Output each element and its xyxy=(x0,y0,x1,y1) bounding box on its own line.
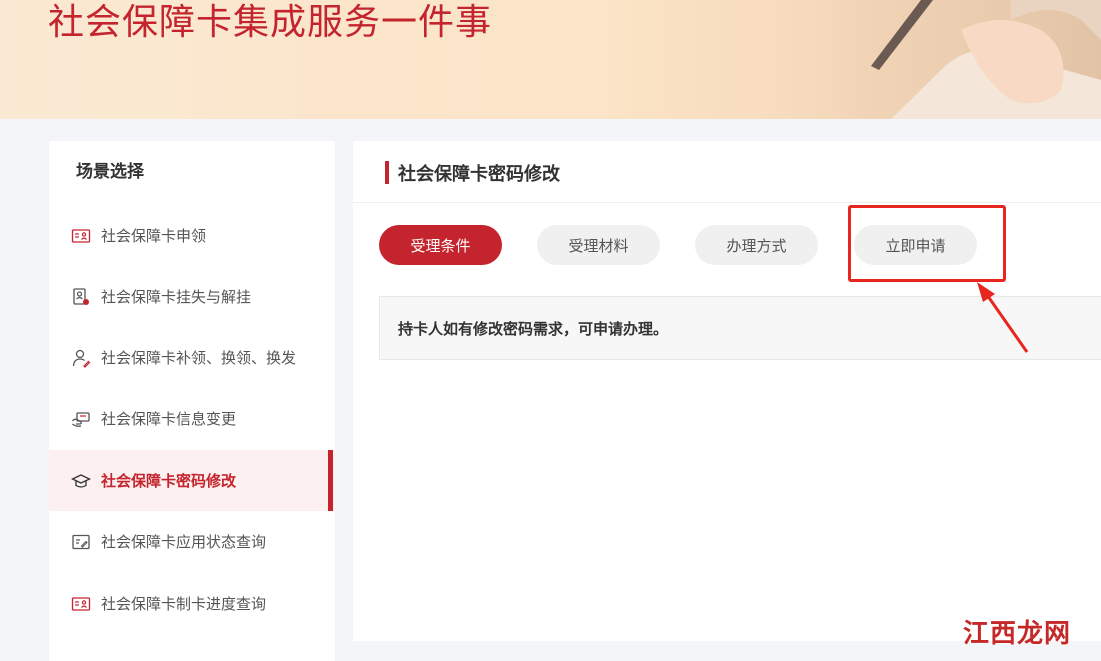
sidebar-item-label: 社会保障卡信息变更 xyxy=(101,410,237,428)
sidebar-item-label: 社会保障卡补领、换领、换发 xyxy=(101,349,297,367)
sidebar-item-label: 社会保障卡挂失与解挂 xyxy=(101,288,252,306)
document-edit-icon xyxy=(71,532,91,552)
graduation-cap-icon xyxy=(71,471,91,491)
annotation-arrow-icon xyxy=(977,282,1029,353)
panel-title: 社会保障卡密码修改 xyxy=(398,164,560,185)
sidebar-item-apply[interactable]: 社会保障卡申领 xyxy=(49,205,335,266)
watermark: 江西龙网 xyxy=(963,612,1071,650)
id-card-icon xyxy=(71,594,91,614)
annotation-highlight-box xyxy=(848,205,1006,282)
sidebar-item-label: 社会保障卡制卡进度查询 xyxy=(101,595,267,613)
card-report-icon xyxy=(71,287,91,307)
title-accent-bar xyxy=(385,161,389,184)
user-edit-icon xyxy=(71,348,91,368)
sidebar-item-label: 社会保障卡密码修改 xyxy=(101,472,237,490)
sidebar-title: 场景选择 xyxy=(76,162,144,182)
sidebar-item-reissue[interactable]: 社会保障卡补领、换领、换发 xyxy=(49,327,335,388)
id-card-icon xyxy=(71,226,91,246)
sidebar-item-progress-query[interactable]: 社会保障卡制卡进度查询 xyxy=(49,573,335,634)
banner-title: 社会保障卡集成服务一件事 xyxy=(48,2,493,43)
scene-sidebar: 场景选择 社会保障卡申领 社会保障卡挂失与解挂 社会保障卡补领、换领、换发 社会… xyxy=(49,141,335,661)
sidebar-item-password-change[interactable]: 社会保障卡密码修改 xyxy=(49,450,335,511)
detail-panel: 社会保障卡密码修改 受理条件 受理材料 办理方式 立即申请 持卡人如有修改密码需… xyxy=(353,141,1101,641)
watermark-text: 江西龙网 xyxy=(963,618,1072,649)
sidebar-item-status-query[interactable]: 社会保障卡应用状态查询 xyxy=(49,511,335,572)
panel-header: 社会保障卡密码修改 xyxy=(353,141,1101,203)
card-hand-icon xyxy=(71,409,91,429)
sidebar-item-label: 社会保障卡应用状态查询 xyxy=(101,533,267,551)
tab-conditions[interactable]: 受理条件 xyxy=(379,225,502,265)
tab-materials[interactable]: 受理材料 xyxy=(537,225,660,265)
tab-methods[interactable]: 办理方式 xyxy=(695,225,818,265)
sidebar-item-info-change[interactable]: 社会保障卡信息变更 xyxy=(49,388,335,449)
page-banner: 社会保障卡集成服务一件事 xyxy=(0,0,1101,119)
sidebar-item-label: 社会保障卡申领 xyxy=(101,227,207,245)
condition-text: 持卡人如有修改密码需求，可申请办理。 xyxy=(398,319,669,338)
sidebar-item-report-loss[interactable]: 社会保障卡挂失与解挂 xyxy=(49,266,335,327)
banner-photo xyxy=(711,0,1101,119)
